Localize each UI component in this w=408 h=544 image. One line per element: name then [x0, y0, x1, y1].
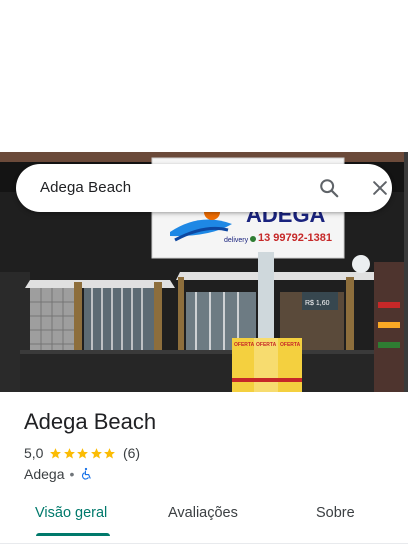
star-icon — [91, 447, 102, 458]
poster-3-label: OFERTA — [280, 342, 301, 348]
category-row: Adega • — [24, 466, 93, 482]
star-icon — [104, 447, 116, 458]
tab-bar: Visão geral Avaliações Sobre — [0, 496, 408, 544]
sign-phone: 13 99792-1381 — [258, 232, 332, 244]
review-count[interactable]: (6) — [123, 445, 140, 461]
small-price-sign: R$ 1,60 — [305, 300, 330, 307]
tab-about[interactable]: Sobre — [316, 505, 355, 521]
search-bar[interactable]: Adega Beach — [16, 164, 392, 212]
close-icon[interactable] — [370, 178, 390, 198]
place-category: Adega — [24, 466, 65, 482]
tab-overview[interactable]: Visão geral — [35, 505, 107, 521]
rating-value: 5,0 — [24, 445, 44, 461]
poster-1-label: OFERTA — [234, 342, 255, 348]
active-tab-indicator — [36, 533, 110, 536]
separator-dot: • — [69, 466, 75, 482]
star-icon — [64, 447, 75, 458]
place-name: Adega Beach — [24, 409, 157, 434]
search-input[interactable]: Adega Beach — [40, 179, 131, 196]
photo-scroll-edge — [404, 152, 408, 392]
star-icon — [77, 447, 89, 458]
poster-2-label: OFERTA — [256, 342, 277, 348]
tab-reviews[interactable]: Avaliações — [168, 505, 238, 521]
rating-stars — [49, 447, 117, 460]
rating-row[interactable]: 5,0 (6) — [24, 445, 140, 461]
map-area-blank — [0, 0, 408, 152]
sign-delivery: delivery — [224, 237, 249, 244]
star-icon — [50, 447, 62, 458]
search-icon[interactable] — [318, 177, 340, 199]
wheelchair-icon — [82, 467, 92, 480]
